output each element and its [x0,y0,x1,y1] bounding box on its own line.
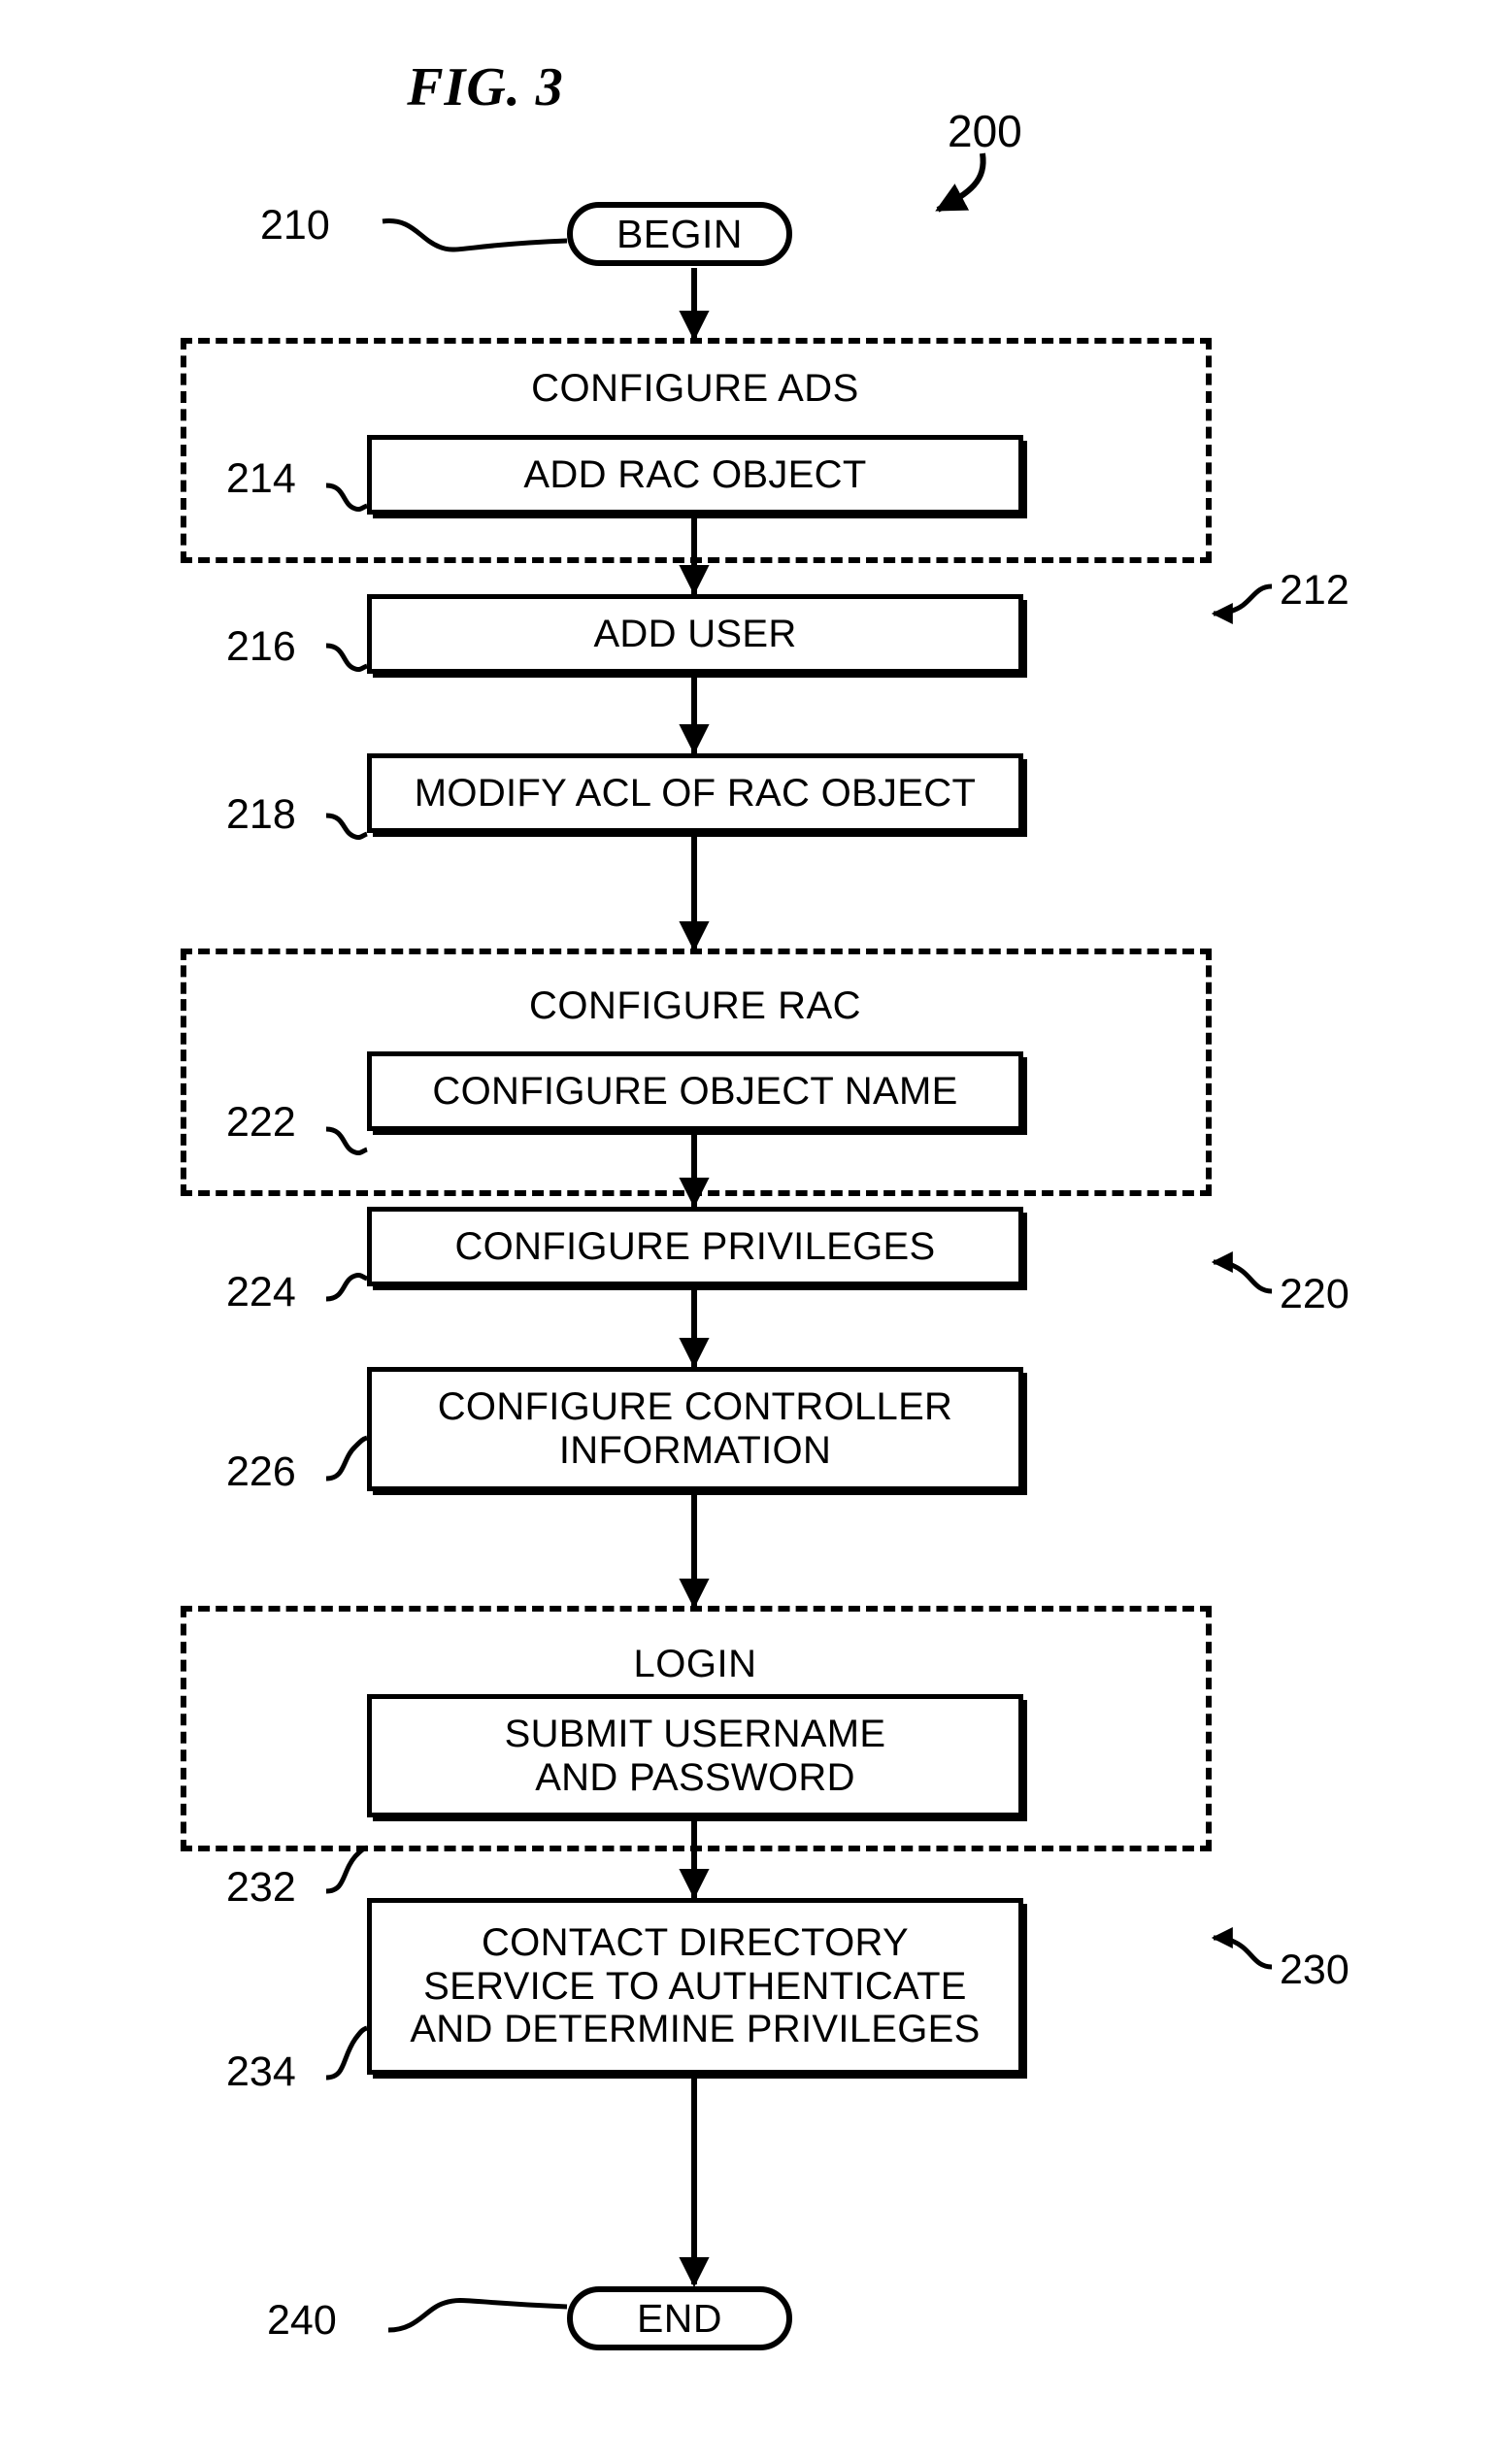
process-box-contact-directory-service: CONTACT DIRECTORY SERVICE TO AUTHENTICATE… [367,1898,1023,2075]
process-box-line: ADD USER [593,612,797,655]
process-box-line: INFORMATION [558,1429,832,1472]
ref-numeral-232: 232 [226,1864,296,1911]
ref-numeral-212: 212 [1280,567,1349,614]
ref-numeral-230: 230 [1280,1947,1349,1993]
group-title-configure-rac: CONFIGURE RAC [528,984,862,1027]
process-box-line: CONFIGURE CONTROLLER [437,1385,953,1429]
patent-figure-3: FIG. 3 200 210 240 212 220 230 214 216 2… [0,0,1499,2464]
process-box-modify-acl: MODIFY ACL OF RAC OBJECT [367,753,1023,833]
process-box-submit-username-and-password: SUBMIT USERNAME AND PASSWORD [367,1694,1023,1817]
terminator-begin: BEGIN [567,202,792,266]
process-box-text: ADD USER [593,613,796,656]
group-title-configure-ads: CONFIGURE ADS [531,367,859,410]
process-box-line: CONFIGURE PRIVILEGES [454,1224,936,1268]
terminator-end: END [567,2286,792,2350]
process-box-add-user: ADD USER [367,594,1023,674]
process-box-line: CONTACT DIRECTORY [482,1920,909,1964]
ref-numeral-226: 226 [226,1448,296,1495]
group-title-login: LOGIN [633,1643,757,1685]
process-box-line: SERVICE TO AUTHENTICATE [423,1964,967,2008]
process-box-line: SUBMIT USERNAME [504,1712,886,1755]
process-box-configure-object-name: CONFIGURE OBJECT NAME [367,1051,1023,1131]
ref-numeral-210: 210 [260,202,330,249]
process-box-line: MODIFY ACL OF RAC OBJECT [414,771,977,815]
process-box-text: MODIFY ACL OF RAC OBJECT [415,772,976,816]
terminator-begin-label: BEGIN [616,211,744,256]
ref-numeral-240: 240 [267,2297,337,2344]
process-box-line: CONFIGURE OBJECT NAME [432,1069,958,1113]
process-box-configure-privileges: CONFIGURE PRIVILEGES [367,1207,1023,1286]
ref-numeral-216: 216 [226,623,296,670]
ref-numeral-218: 218 [226,791,296,838]
process-box-text: CONFIGURE OBJECT NAME [432,1070,957,1114]
terminator-end-label: END [636,2295,723,2341]
process-box-text: CONFIGURE CONTROLLER INFORMATION [438,1385,953,1473]
process-box-line: AND DETERMINE PRIVILEGES [410,2008,981,2051]
figure-title: FIG. 3 [407,57,564,117]
process-box-text: CONTACT DIRECTORY SERVICE TO AUTHENTICATE… [410,1921,980,2051]
ref-numeral-200: 200 [948,106,1022,156]
ref-numeral-234: 234 [226,2048,296,2095]
process-box-line: ADD RAC OBJECT [523,452,867,496]
process-box-text: CONFIGURE PRIVILEGES [455,1225,936,1269]
process-box-text: SUBMIT USERNAME AND PASSWORD [505,1713,886,1800]
ref-numeral-224: 224 [226,1269,296,1315]
ref-numeral-220: 220 [1280,1271,1349,1317]
process-box-line: AND PASSWORD [535,1755,855,1799]
process-box-text: ADD RAC OBJECT [523,453,866,497]
process-box-configure-controller-information: CONFIGURE CONTROLLER INFORMATION [367,1367,1023,1491]
process-box-add-rac-object: ADD RAC OBJECT [367,435,1023,515]
